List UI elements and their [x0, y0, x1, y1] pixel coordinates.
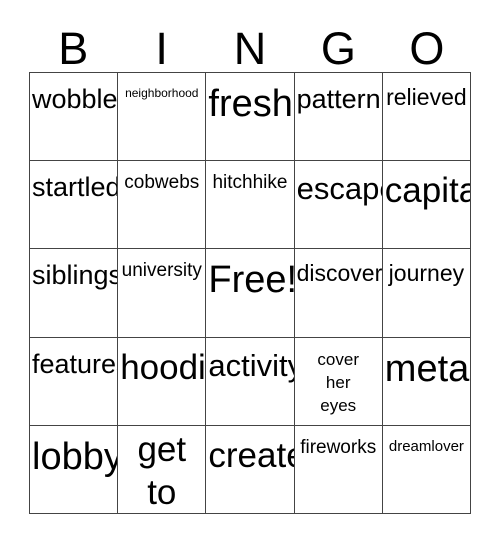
bingo-cell-label: hitchhike — [212, 172, 288, 194]
bingo-cell-label: create — [208, 435, 293, 475]
bingo-cell[interactable]: hitchhike — [206, 161, 295, 250]
bingo-cell[interactable]: university — [118, 249, 207, 338]
bingo-header-letter-o: O — [409, 23, 445, 74]
bingo-cell-label: Free! — [208, 259, 295, 302]
bingo-cell-label: hoodie — [120, 347, 206, 387]
bingo-cell[interactable]: wobble — [30, 73, 119, 162]
bingo-cell[interactable]: startled — [30, 161, 119, 250]
bingo-cell-label: fireworks — [300, 436, 377, 458]
bingo-cell-label: escape — [296, 171, 382, 207]
bingo-cell[interactable]: cover her eyes — [294, 337, 383, 426]
bingo-cell-label: capital — [384, 171, 470, 211]
bingo-header-letter-n: N — [233, 23, 267, 74]
bingo-cell-label: wobble — [32, 84, 118, 114]
bingo-cell-label: lobby — [32, 435, 119, 478]
bingo-cell-label: siblings — [32, 260, 119, 291]
bingo-cell[interactable]: fresh — [206, 73, 295, 162]
bingo-cell[interactable]: journey — [382, 249, 471, 338]
bingo-cell[interactable]: features — [30, 337, 119, 426]
bingo-cell-label: cobwebs — [124, 172, 200, 194]
bingo-cell[interactable]: create — [206, 425, 295, 514]
bingo-cell-label: relieved — [386, 84, 467, 110]
bingo-cell[interactable]: escape — [294, 161, 383, 250]
bingo-cell-label: activity — [208, 347, 295, 383]
bingo-cell[interactable]: relieved — [382, 73, 471, 162]
bingo-cell[interactable]: cobwebs — [118, 161, 207, 250]
bingo-cell-label: journey — [388, 260, 465, 287]
bingo-cell[interactable]: metal — [382, 337, 471, 426]
bingo-cell-free-space[interactable]: Free! — [206, 249, 295, 338]
bingo-cell-label: features — [32, 348, 117, 379]
bingo-cell-label: get to know — [137, 429, 187, 512]
bingo-cell[interactable]: siblings — [30, 249, 119, 338]
bingo-cell-label: neighborhood — [125, 86, 199, 100]
bingo-card: B I N G O wobble neighborhood fresh pattern… — [0, 0, 500, 544]
bingo-cell[interactable]: hoodie — [118, 337, 207, 426]
bingo-cell[interactable]: capital — [382, 161, 471, 250]
bingo-cell[interactable]: get to know — [118, 425, 207, 514]
bingo-cell[interactable]: dreamlover — [382, 425, 471, 514]
bingo-cell-label: startled — [32, 172, 119, 203]
bingo-header-letter-i: I — [155, 23, 168, 74]
bingo-header-letter-b: B — [58, 23, 89, 74]
bingo-cell[interactable]: lobby — [30, 425, 119, 514]
bingo-cell-label: cover her eyes — [317, 349, 359, 415]
bingo-cell-label: discover — [296, 260, 383, 287]
bingo-cell[interactable]: discover — [294, 249, 383, 338]
bingo-cell[interactable]: pattern — [294, 73, 383, 162]
bingo-cell[interactable]: fireworks — [294, 425, 383, 514]
bingo-cell-label: university — [121, 260, 202, 282]
bingo-cell-label: fresh — [208, 83, 293, 125]
bingo-cell-label: dreamlover — [388, 437, 464, 455]
bingo-cell-label: pattern — [296, 84, 381, 114]
bingo-header-row: B I N G O — [29, 14, 471, 72]
bingo-header-letter-g: G — [320, 23, 356, 74]
bingo-cell[interactable]: neighborhood — [118, 73, 207, 162]
bingo-cell-label: metal — [384, 347, 471, 390]
bingo-grid: wobble neighborhood fresh pattern relieved st… — [29, 72, 471, 514]
bingo-cell[interactable]: activity — [206, 337, 295, 426]
